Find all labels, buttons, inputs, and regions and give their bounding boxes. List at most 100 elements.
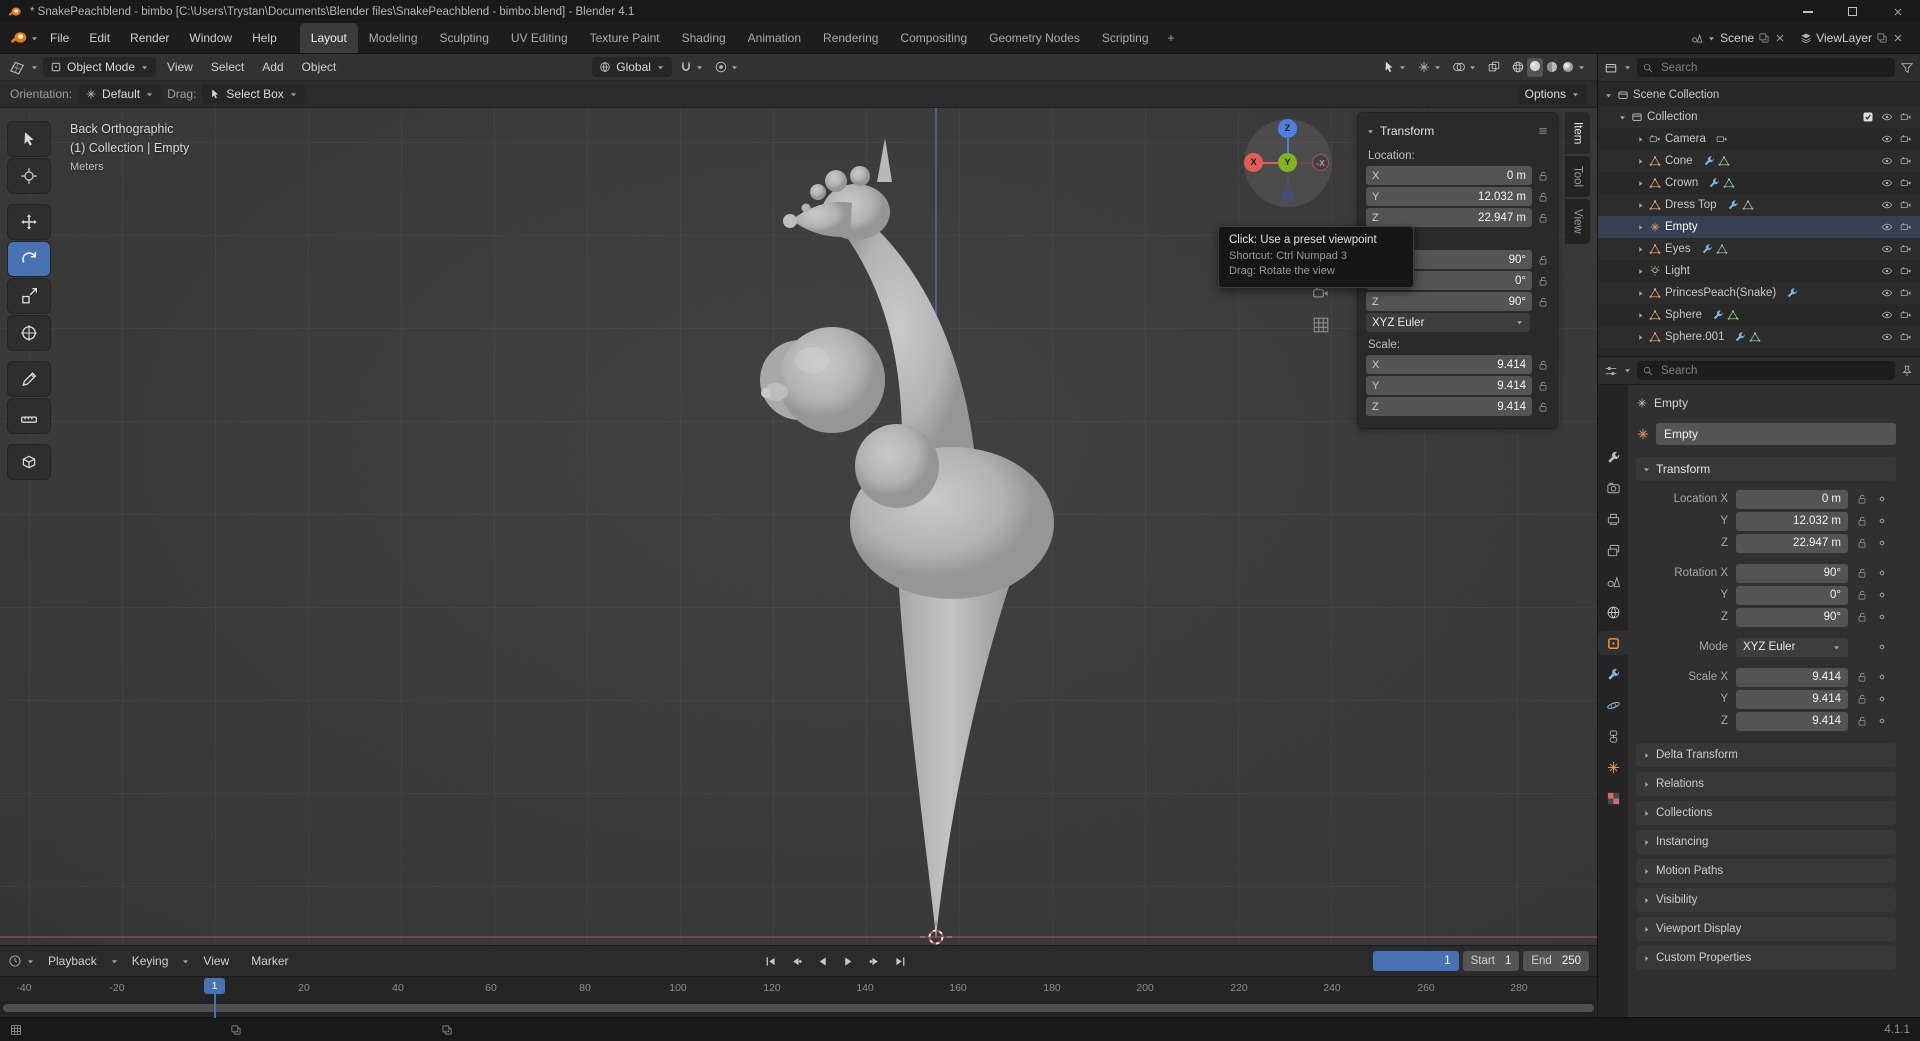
editor-corner-icon[interactable]: [230, 1024, 242, 1036]
tab-view-layer[interactable]: [1600, 538, 1626, 562]
sidebar-tab-view[interactable]: View: [1565, 199, 1590, 244]
hide-viewport-icon[interactable]: [1881, 309, 1893, 321]
gizmo-negz-axis[interactable]: [1282, 189, 1294, 201]
snap-toggle[interactable]: [676, 58, 707, 76]
show-gizmo-toggle[interactable]: [1414, 58, 1445, 76]
outliner-row-collection[interactable]: Collection: [1598, 106, 1920, 128]
expand-icon[interactable]: [1636, 267, 1645, 276]
breadcrumb-label[interactable]: Empty: [1654, 396, 1688, 410]
app-menu-icon[interactable]: [10, 29, 28, 47]
disable-render-icon[interactable]: [1900, 177, 1912, 189]
lock-icon[interactable]: [1856, 493, 1868, 505]
editor-corner-icon[interactable]: [441, 1024, 453, 1036]
navigation-gizmo[interactable]: Z X Y -X: [1243, 118, 1333, 208]
gizmo-z-axis[interactable]: Z: [1278, 119, 1297, 138]
play-button[interactable]: [837, 951, 859, 971]
lock-icon[interactable]: [1537, 212, 1549, 224]
sidebar-tab-item[interactable]: Item: [1565, 112, 1590, 154]
expand-icon[interactable]: [1636, 179, 1645, 188]
tab-modifiers[interactable]: [1600, 662, 1626, 686]
menu-file[interactable]: File: [41, 27, 78, 49]
disable-render-icon[interactable]: [1900, 331, 1912, 343]
tab-physics[interactable]: [1600, 693, 1626, 717]
status-menu-icon[interactable]: [10, 1024, 22, 1036]
workspace-tab-compositing[interactable]: Compositing: [889, 23, 978, 53]
value-field[interactable]: 22.947 m: [1736, 534, 1848, 553]
lock-icon[interactable]: [1856, 515, 1868, 527]
lock-icon[interactable]: [1856, 567, 1868, 579]
tab-render[interactable]: [1600, 476, 1626, 500]
lock-icon[interactable]: [1856, 537, 1868, 549]
panel-menu-icon[interactable]: [1537, 125, 1549, 137]
section-delta-transform[interactable]: Delta Transform: [1636, 743, 1896, 767]
disable-render-icon[interactable]: [1900, 265, 1912, 277]
item-label[interactable]: Cone: [1665, 155, 1693, 167]
ortho-grid-icon[interactable]: [1312, 316, 1330, 334]
hide-viewport-icon[interactable]: [1881, 243, 1893, 255]
expand-icon[interactable]: [1636, 333, 1645, 342]
expand-icon[interactable]: [1636, 135, 1645, 144]
prev-keyframe-button[interactable]: [785, 951, 807, 971]
scale-y-field[interactable]: Y9.414: [1366, 376, 1532, 395]
section-custom-properties[interactable]: Custom Properties: [1636, 946, 1896, 970]
unlink-scene-icon[interactable]: [1774, 32, 1786, 44]
lock-icon[interactable]: [1537, 191, 1549, 203]
start-frame-field[interactable]: Start 1: [1463, 951, 1520, 971]
tool-move[interactable]: [8, 205, 50, 239]
jump-to-end-button[interactable]: [889, 951, 911, 971]
new-view-layer-icon[interactable]: [1876, 32, 1888, 44]
outliner-row-cone[interactable]: Cone: [1598, 150, 1920, 172]
lock-icon[interactable]: [1856, 715, 1868, 727]
workspace-tab-geometry-nodes[interactable]: Geometry Nodes: [978, 23, 1091, 53]
hide-viewport-icon[interactable]: [1881, 331, 1893, 343]
value-field[interactable]: 90°: [1736, 564, 1848, 583]
rendered-shading-icon[interactable]: [1561, 60, 1575, 74]
tab-constraints[interactable]: [1600, 724, 1626, 748]
n-panel-header[interactable]: Transform: [1366, 119, 1549, 143]
tool-rotate[interactable]: [8, 242, 50, 276]
outliner-row-sphere[interactable]: Sphere: [1598, 304, 1920, 326]
orientation-dropdown[interactable]: Default: [78, 84, 161, 104]
outliner-row-camera[interactable]: Camera: [1598, 128, 1920, 150]
outliner-row-princespeach[interactable]: PrincesPeach(Snake): [1598, 282, 1920, 304]
maximize-button[interactable]: [1830, 0, 1875, 23]
collection-checkbox[interactable]: [1862, 111, 1874, 123]
remove-view-layer-icon[interactable]: [1892, 32, 1904, 44]
value-field[interactable]: 9.414: [1736, 690, 1848, 709]
tool-cursor[interactable]: [8, 159, 50, 193]
keyframe-dot-icon[interactable]: [1876, 715, 1888, 727]
value-field[interactable]: 9.414: [1736, 712, 1848, 731]
transform-section-header[interactable]: Transform: [1636, 457, 1896, 481]
hide-viewport-icon[interactable]: [1881, 133, 1893, 145]
menu-view-timeline[interactable]: View: [194, 950, 238, 972]
lock-icon[interactable]: [1537, 380, 1549, 392]
workspace-tab-shading[interactable]: Shading: [671, 23, 737, 53]
viewport-3d[interactable]: Back Orthographic (1) Collection | Empty…: [0, 108, 1597, 945]
section-instancing[interactable]: Instancing: [1636, 830, 1896, 854]
sidebar-tab-tool[interactable]: Tool: [1565, 156, 1590, 197]
hide-viewport-icon[interactable]: [1881, 221, 1893, 233]
disable-render-icon[interactable]: [1900, 133, 1912, 145]
value-field[interactable]: 9.414: [1736, 668, 1848, 687]
add-workspace-button[interactable]: +: [1160, 31, 1183, 45]
value-field[interactable]: 0°: [1736, 586, 1848, 605]
menu-help[interactable]: Help: [243, 27, 286, 49]
solid-shading-icon[interactable]: [1528, 59, 1542, 73]
scene-selector[interactable]: Scene: [1685, 28, 1792, 48]
outliner-row-eyes[interactable]: Eyes: [1598, 238, 1920, 260]
lock-icon[interactable]: [1537, 296, 1549, 308]
item-label[interactable]: Dress Top: [1665, 199, 1717, 211]
next-keyframe-button[interactable]: [863, 951, 885, 971]
tab-object-data[interactable]: [1600, 755, 1626, 779]
timeline-editor-icon[interactable]: [8, 954, 22, 968]
lock-icon[interactable]: [1856, 611, 1868, 623]
tool-select-box[interactable]: [8, 122, 50, 156]
keyframe-dot-icon[interactable]: [1876, 515, 1888, 527]
item-label[interactable]: Empty: [1665, 221, 1698, 233]
drag-dropdown[interactable]: Select Box: [202, 84, 304, 104]
current-frame-field[interactable]: 1: [1373, 951, 1459, 971]
properties-search-input[interactable]: [1637, 361, 1895, 380]
lock-icon[interactable]: [1537, 401, 1549, 413]
keyframe-dot-icon[interactable]: [1876, 641, 1888, 653]
section-visibility[interactable]: Visibility: [1636, 888, 1896, 912]
